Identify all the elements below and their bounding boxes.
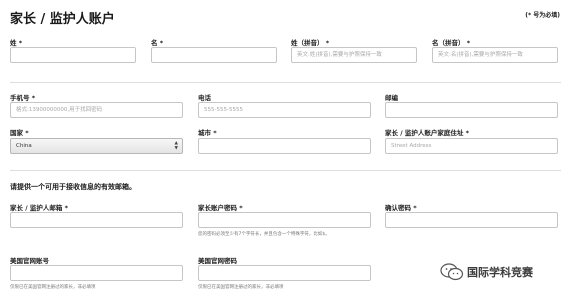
confirm-password-label: 确认密码 * (385, 204, 417, 212)
us-account-help: 仅限已在美国官网注册过的家长，非必填项 (10, 285, 96, 290)
password-label: 家长账户密码 * (198, 204, 243, 212)
mobile-label: 手机号 * (10, 94, 36, 102)
wechat-icon (440, 263, 464, 281)
last-name-pinyin-label: 姓（拼音） * (291, 39, 330, 47)
password-help: 您的密码必须至少有7个字符长，并且包含一个特殊字符，比如$。 (198, 232, 330, 237)
email-section-heading: 请提供一个可用于接收信息的有效邮箱。 (10, 183, 136, 191)
city-field[interactable] (198, 138, 371, 154)
first-name-pinyin-field[interactable]: 英文:名(拼音),需要与护照保持一致 (432, 47, 558, 63)
confirm-password-field[interactable] (385, 212, 558, 228)
us-password-field[interactable] (198, 265, 371, 281)
divider (10, 170, 561, 171)
us-password-help: 仅限已在美国官网注册过的家长，非必填项 (198, 285, 284, 290)
divider (10, 82, 561, 83)
email-field[interactable] (10, 212, 183, 228)
updown-arrows-icon: ▲ ▼ (174, 141, 178, 151)
address-field[interactable]: Street Address (385, 138, 558, 154)
us-password-label: 美国官网密码 (198, 257, 237, 265)
watermark: 国际学科竞赛 (440, 263, 564, 281)
postal-code-field[interactable] (385, 102, 558, 118)
us-account-field[interactable] (10, 265, 183, 281)
first-name-pinyin-label: 名（拼音） * (432, 39, 471, 47)
country-label: 国家 * (10, 129, 29, 137)
first-name-label: 名 * (151, 39, 164, 47)
address-label: 家长 / 监护人账户家庭住址 * (385, 129, 470, 137)
last-name-field[interactable] (10, 47, 136, 63)
country-select-value: China (16, 143, 32, 149)
last-name-label: 姓 * (10, 39, 23, 47)
password-field[interactable] (198, 212, 371, 228)
mobile-field[interactable]: 格式:13900000000,用于找回密码 (10, 102, 183, 118)
city-label: 城市 * (198, 129, 217, 137)
phone-label: 电话 (198, 94, 211, 102)
last-name-pinyin-field[interactable]: 英文:姓(拼音),需要与护照保持一致 (291, 47, 417, 63)
postal-code-label: 邮编 (385, 94, 398, 102)
email-label: 家长 / 监护人邮箱 * (10, 204, 69, 212)
required-note: (* 号为必填) (525, 12, 560, 19)
watermark-text: 国际学科竞赛 (467, 266, 533, 279)
us-account-label: 美国官网账号 (10, 257, 49, 265)
country-select[interactable]: China ▲ ▼ (10, 138, 183, 154)
phone-field[interactable]: 555-555-5555 (198, 102, 371, 118)
first-name-field[interactable] (151, 47, 277, 63)
page-title: 家长 / 监护人账户 (10, 12, 115, 27)
